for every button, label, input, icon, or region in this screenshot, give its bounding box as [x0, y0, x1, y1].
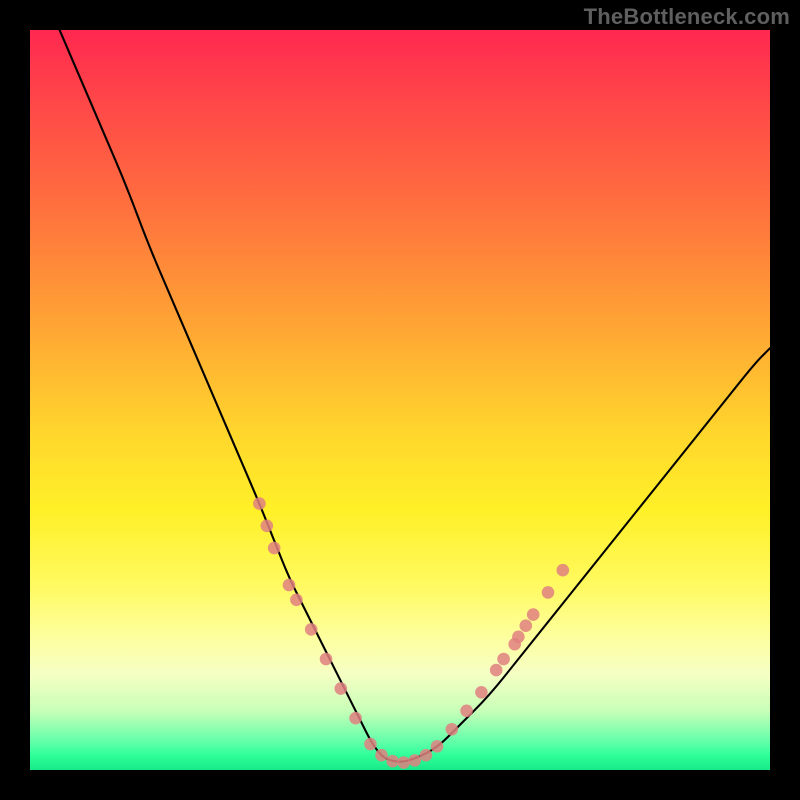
marker-dot — [497, 653, 510, 666]
marker-dot — [527, 608, 540, 621]
marker-dot — [397, 756, 410, 769]
chart-svg — [30, 30, 770, 770]
marker-dot — [475, 686, 488, 699]
marker-dot — [508, 638, 521, 651]
marker-dot — [253, 497, 266, 510]
watermark-text: TheBottleneck.com — [584, 4, 790, 30]
marker-dot — [446, 723, 459, 736]
marker-dot — [349, 712, 362, 725]
marker-dot — [490, 664, 503, 677]
marker-dot — [520, 619, 533, 632]
marker-dot — [512, 631, 525, 644]
marker-points — [253, 497, 569, 769]
plot-area — [30, 30, 770, 770]
marker-dot — [261, 520, 274, 533]
marker-dot — [557, 564, 570, 577]
marker-dot — [542, 586, 555, 599]
marker-dot — [268, 542, 281, 555]
marker-dot — [431, 740, 444, 753]
marker-dot — [386, 755, 399, 768]
marker-dot — [420, 749, 433, 762]
marker-dot — [409, 754, 422, 767]
marker-dot — [375, 749, 388, 762]
marker-dot — [460, 705, 473, 718]
marker-dot — [305, 623, 318, 636]
marker-dot — [335, 682, 348, 695]
marker-dot — [320, 653, 333, 666]
marker-dot — [283, 579, 296, 592]
marker-dot — [364, 738, 377, 751]
marker-dot — [290, 594, 303, 607]
chart-container: TheBottleneck.com — [0, 0, 800, 800]
bottleneck-curve — [60, 30, 770, 762]
